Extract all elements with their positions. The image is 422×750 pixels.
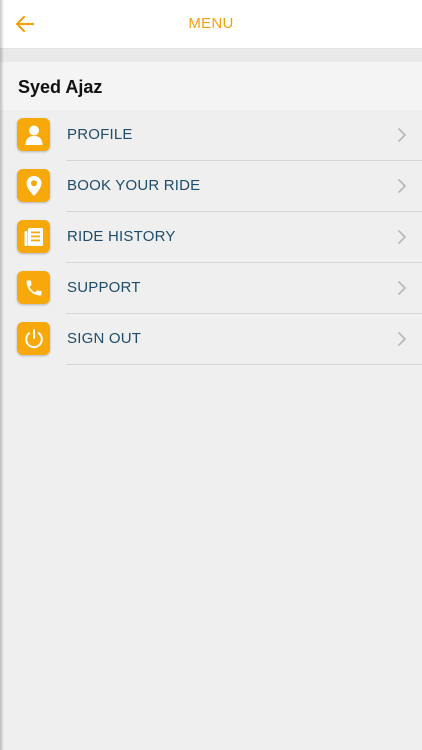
menu-item-book-your-ride[interactable]: BOOK YOUR RIDE <box>0 161 422 212</box>
menu-item-label: SUPPORT <box>67 279 141 296</box>
chevron-right-icon <box>398 332 406 346</box>
header-separator <box>0 49 422 62</box>
chevron-right-icon <box>398 128 406 142</box>
menu-item-label: PROFILE <box>67 126 133 143</box>
menu-list: PROFILE BOOK YOUR RIDE RIDE HISTORY SUPP… <box>0 110 422 365</box>
user-name: Syed Ajaz <box>18 77 103 97</box>
power-icon <box>17 322 50 355</box>
divider <box>66 364 422 365</box>
list-document-icon <box>17 220 50 253</box>
chevron-right-icon <box>398 230 406 244</box>
chevron-right-icon <box>398 281 406 295</box>
menu-item-label: BOOK YOUR RIDE <box>67 177 201 194</box>
location-pin-icon <box>17 169 50 202</box>
user-icon <box>17 118 50 151</box>
user-info-row: Syed Ajaz <box>0 62 422 111</box>
menu-item-label: RIDE HISTORY <box>67 228 176 245</box>
page-title: MENU <box>188 15 234 32</box>
top-bar: MENU <box>0 0 422 49</box>
menu-item-support[interactable]: SUPPORT <box>0 263 422 314</box>
chevron-right-icon <box>398 179 406 193</box>
phone-icon <box>17 271 50 304</box>
menu-item-profile[interactable]: PROFILE <box>0 110 422 161</box>
menu-item-sign-out[interactable]: SIGN OUT <box>0 314 422 365</box>
menu-item-label: SIGN OUT <box>67 330 142 347</box>
menu-item-ride-history[interactable]: RIDE HISTORY <box>0 212 422 263</box>
